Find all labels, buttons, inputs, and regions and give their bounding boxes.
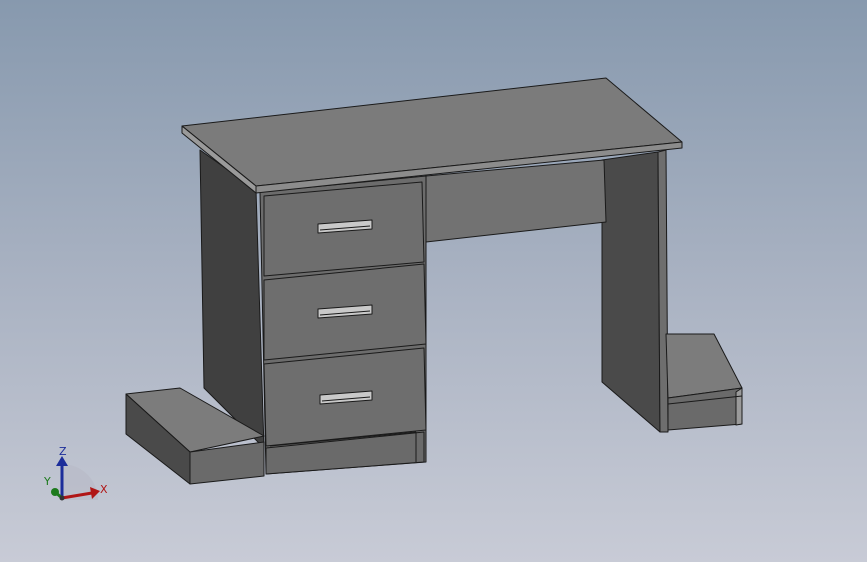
graphics-viewport[interactable]: Z Y X <box>0 0 867 562</box>
right-leg-inner-face <box>601 151 661 433</box>
right-base-top <box>665 333 743 399</box>
triad-graphic <box>51 456 100 501</box>
coordinate-triad: Z Y X <box>40 440 120 510</box>
right-leg-outer-face <box>657 149 669 433</box>
axis-z-label: Z <box>59 445 67 458</box>
left-leg-side <box>199 149 265 449</box>
axis-y-label: Y <box>44 475 51 488</box>
right-base-side <box>735 387 743 426</box>
axis-x-label: X <box>100 483 108 496</box>
desk-3d-model[interactable] <box>0 0 867 562</box>
